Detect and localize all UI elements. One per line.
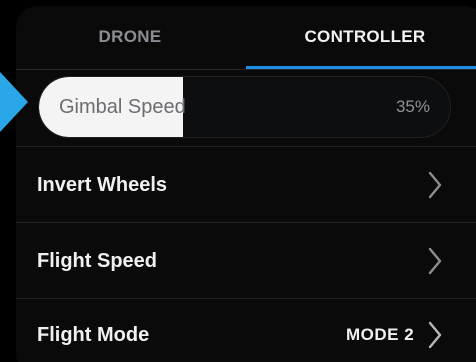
chevron-right-icon — [428, 321, 442, 349]
settings-panel: DRONE CONTROLLER Gimbal Speed 35% Invert… — [16, 6, 476, 362]
flight-speed-row[interactable]: Flight Speed — [16, 224, 476, 298]
tab-bar: DRONE CONTROLLER — [16, 6, 476, 69]
invert-wheels-label: Invert Wheels — [37, 173, 168, 196]
flight-mode-row[interactable]: Flight Mode MODE 2 — [16, 298, 476, 362]
row-divider — [16, 146, 476, 147]
invert-wheels-row[interactable]: Invert Wheels — [16, 148, 476, 222]
chevron-right-icon — [428, 247, 442, 275]
screen: DRONE CONTROLLER Gimbal Speed 35% Invert… — [0, 0, 476, 362]
tab-drone[interactable]: DRONE — [16, 6, 244, 68]
tab-controller[interactable]: CONTROLLER — [244, 6, 476, 68]
gimbal-speed-label: Gimbal Speed — [59, 95, 186, 118]
gimbal-speed-slider[interactable]: Gimbal Speed 35% — [38, 76, 451, 138]
tab-controller-label: CONTROLLER — [304, 27, 426, 46]
tab-divider — [16, 69, 476, 70]
tab-drone-label: DRONE — [98, 27, 162, 46]
gimbal-speed-value: 35% — [395, 97, 430, 116]
chevron-right-icon — [428, 171, 442, 199]
flight-mode-label: Flight Mode — [37, 323, 150, 346]
flight-speed-label: Flight Speed — [37, 249, 157, 272]
flight-mode-value: MODE 2 — [346, 325, 415, 344]
row-divider — [16, 222, 476, 223]
pointer-arrow-icon — [0, 72, 28, 132]
